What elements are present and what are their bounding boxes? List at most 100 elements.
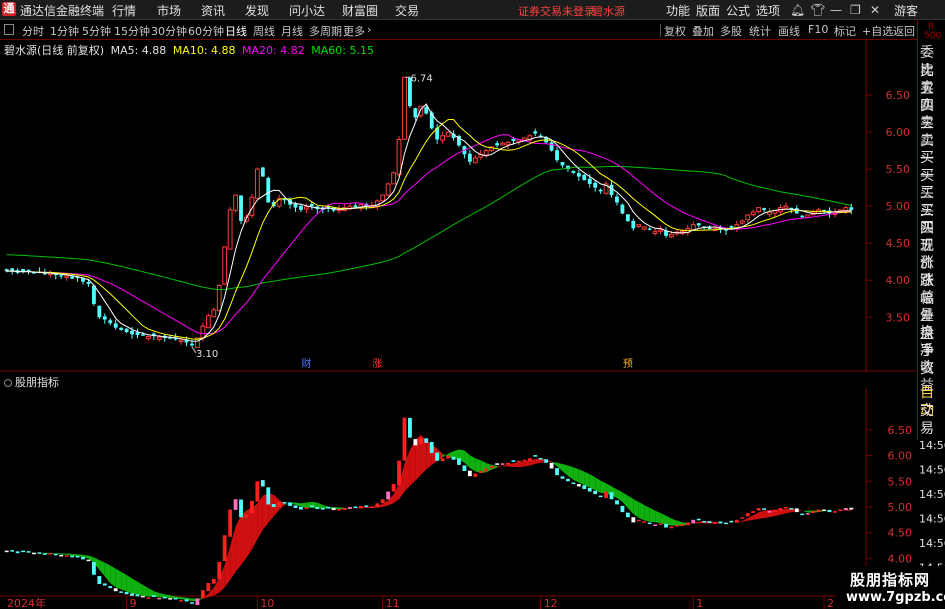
indicator-ribbon-segment [409, 440, 416, 486]
period-daily[interactable]: 日线 [225, 23, 247, 39]
mark-button[interactable]: 标记 [834, 23, 856, 39]
indicator-bar [734, 519, 739, 523]
ma20-line [6, 134, 852, 335]
time-tick-label: 1 [696, 597, 703, 609]
indicator-bar [168, 598, 173, 600]
indicator-chart[interactable]: 4.00 4.50 5.00 5.50 6.00 6.50 14:56 14:56 14:56 1… [0, 388, 945, 609]
menu-caifuquan[interactable]: 财富圈 [342, 2, 378, 19]
menu-xuanxiang[interactable]: 选项 [756, 2, 780, 19]
indicator-bar [631, 517, 636, 523]
indicator-bar [195, 598, 200, 605]
indicator-ribbon-segment [655, 510, 661, 524]
restore-icon[interactable]: ❐ [850, 3, 861, 17]
indicator-bar [424, 438, 429, 443]
indicator-bar [402, 417, 407, 461]
indicator-bar [59, 554, 64, 557]
menu-hangqing[interactable]: 行情 [112, 2, 136, 19]
period-more[interactable]: 更多 [343, 23, 365, 39]
draw-line-button[interactable]: 画线 [778, 23, 800, 39]
indicator-bar [293, 505, 298, 508]
event-marker[interactable]: 预 [623, 358, 633, 370]
indicator-bar [380, 499, 385, 504]
period-1min[interactable]: 1分钟 [50, 23, 79, 39]
candle-body [254, 168, 260, 199]
stats-button[interactable]: 统计 [749, 23, 771, 39]
menu-shichang[interactable]: 市场 [157, 2, 181, 19]
candle-body [102, 316, 107, 320]
add-favorite-button[interactable]: +自选 [862, 23, 893, 39]
indicator-bar [609, 492, 614, 500]
indicator-bar [375, 503, 380, 507]
indicator-ribbon-segment [61, 553, 67, 555]
indicator-circle-icon[interactable] [4, 379, 12, 387]
indicator-bar [805, 513, 810, 515]
time-readout: 14:56 [919, 464, 945, 477]
multistock-button[interactable]: 多股 [720, 23, 742, 39]
candle-body [505, 141, 511, 146]
candle-body [620, 204, 625, 214]
candle-body [609, 184, 614, 196]
event-marker[interactable]: 财 [301, 357, 311, 370]
time-readout: 14:56 [919, 488, 945, 501]
period-monthly[interactable]: 月线 [281, 23, 303, 39]
guest-label[interactable]: 游客 [894, 2, 918, 19]
trade-toggle[interactable]: 交易 [920, 402, 945, 438]
period-60min[interactable]: 60分钟 [188, 23, 224, 39]
event-marker[interactable]: 涨 [372, 358, 382, 370]
indicator-bar [647, 522, 652, 525]
menu-gongneng[interactable]: 功能 [666, 2, 690, 19]
fuquan-button[interactable]: 复权 [664, 23, 686, 39]
indicator-bar [222, 535, 227, 562]
shirt-icon[interactable]: 👕︎ [810, 3, 825, 17]
chevron-right-icon[interactable]: › [367, 23, 371, 36]
f10-button[interactable]: F10 [808, 23, 828, 36]
menu-wenxiaoda[interactable]: 问小达 [289, 2, 325, 19]
indicator-bar [544, 459, 549, 463]
period-30min[interactable]: 30分钟 [151, 23, 187, 39]
indicator-ribbon-segment [649, 507, 656, 523]
indicator-ribbon-segment [121, 571, 127, 592]
indicator-bar [271, 504, 276, 507]
login-warning[interactable]: 证券交易未登录 [518, 3, 595, 19]
legend-ma20: MA20: 4.82 [242, 44, 305, 57]
menu-jiaoyi[interactable]: 交易 [395, 2, 419, 19]
indicator-bar [250, 500, 254, 514]
candlestick-chart[interactable]: 3.50 4.00 4.50 5.00 5.50 6.00 6.50 6.74 3.10 财 涨 预 [0, 40, 917, 372]
candle-body [178, 339, 184, 343]
indicator-bar [675, 524, 679, 527]
candle-body [353, 205, 358, 208]
candle-body [266, 177, 271, 203]
menu-faxian[interactable]: 发现 [245, 2, 269, 19]
bell-icon[interactable]: 🔔︎ [790, 3, 805, 17]
period-15min[interactable]: 15分钟 [114, 23, 150, 39]
indicator-ribbon-segment [104, 562, 111, 584]
indicator-bar [533, 455, 538, 457]
indicator-ribbon-segment [469, 455, 476, 472]
overlay-button[interactable]: 叠加 [692, 23, 714, 39]
back-button[interactable]: 返回 [893, 23, 915, 39]
minimize-icon[interactable]: — [830, 3, 842, 17]
indicator-ribbon-segment [126, 575, 133, 594]
period-5min[interactable]: 5分钟 [82, 23, 111, 39]
indicator-bar [266, 487, 271, 505]
indicator-ribbon-segment [257, 495, 263, 540]
indicator-bar [849, 507, 854, 510]
candle-body [424, 107, 429, 114]
period-fenshi[interactable]: 分时 [22, 23, 44, 39]
indicator-bar [473, 473, 478, 477]
menu-zixun[interactable]: 资讯 [201, 2, 225, 19]
indicator-bar [91, 562, 96, 575]
layout-icon[interactable] [4, 24, 14, 35]
menu-gongshi[interactable]: 公式 [726, 2, 750, 19]
indicator-bar [636, 519, 641, 522]
candle-body [472, 157, 478, 164]
period-multi[interactable]: 多周期 [309, 23, 342, 39]
indicator-ribbon-segment [513, 462, 519, 468]
indicator-bar [48, 553, 53, 555]
menu-banmian[interactable]: 版面 [696, 2, 720, 19]
candle-body [560, 162, 565, 166]
indicator-ribbon-segment [137, 581, 143, 596]
period-weekly[interactable]: 周线 [253, 23, 275, 39]
candle-body [402, 76, 407, 140]
close-icon[interactable]: ✕ [870, 3, 880, 17]
